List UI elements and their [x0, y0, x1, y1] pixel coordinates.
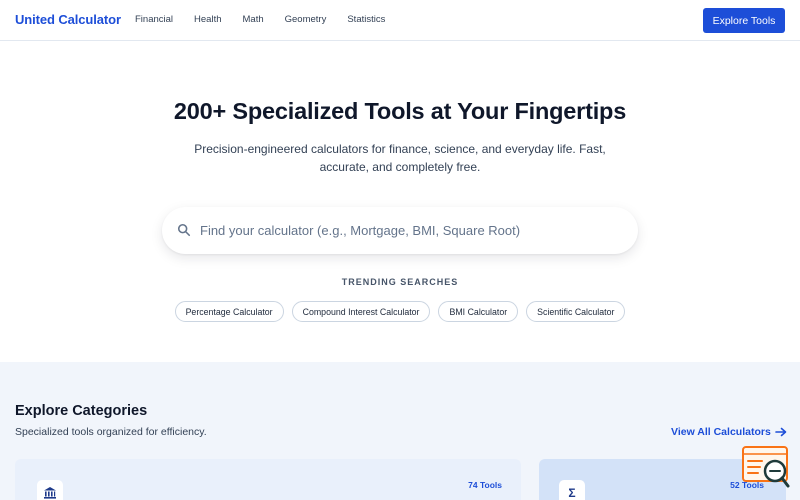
chat-search-icon — [742, 446, 790, 488]
arrow-right-icon — [774, 427, 787, 437]
view-all-label: View All Calculators — [671, 426, 771, 438]
chip-bmi-calculator[interactable]: BMI Calculator — [438, 301, 519, 322]
categories-section: Explore Categories Specialized tools org… — [0, 362, 800, 500]
trending-searches-label: TRENDING SEARCHES — [341, 277, 459, 287]
view-all-calculators-link[interactable]: View All Calculators — [671, 426, 787, 438]
chip-scientific-calculator[interactable]: Scientific Calculator — [526, 301, 626, 322]
nav-link-math[interactable]: Math — [243, 14, 264, 25]
chip-compound-interest-calculator[interactable]: Compound Interest Calculator — [291, 301, 431, 322]
main-nav: Financial Health Math Geometry Statistic… — [135, 14, 406, 25]
hero-subtitle: Precision-engineered calculators for fin… — [194, 142, 606, 174]
card-tool-count: 74 Tools — [468, 480, 502, 490]
categories-subtitle: Specialized tools organized for efficien… — [15, 426, 207, 438]
hero-title: 200+ Specialized Tools at Your Fingertip… — [173, 98, 627, 124]
search-box[interactable] — [162, 207, 638, 254]
categories-title: Explore Categories — [15, 403, 148, 419]
chip-percentage-calculator[interactable]: Percentage Calculator — [174, 301, 284, 322]
help-chat-widget[interactable] — [742, 446, 790, 490]
search-icon — [177, 223, 191, 237]
site-header: United Calculator Financial Health Math … — [0, 0, 800, 41]
search-input[interactable] — [200, 217, 620, 244]
sigma-icon: Σ — [559, 480, 585, 500]
bank-icon — [37, 480, 63, 500]
brand-logo[interactable]: United Calculator — [15, 12, 121, 27]
trending-chips: Percentage Calculator Compound Interest … — [0, 301, 800, 322]
nav-link-statistics[interactable]: Statistics — [347, 14, 385, 25]
nav-link-geometry[interactable]: Geometry — [285, 14, 327, 25]
explore-tools-button[interactable]: Explore Tools — [703, 8, 785, 33]
category-card-financial[interactable]: 74 Tools — [15, 459, 521, 500]
nav-link-financial[interactable]: Financial — [135, 14, 173, 25]
nav-link-health[interactable]: Health — [194, 14, 221, 25]
